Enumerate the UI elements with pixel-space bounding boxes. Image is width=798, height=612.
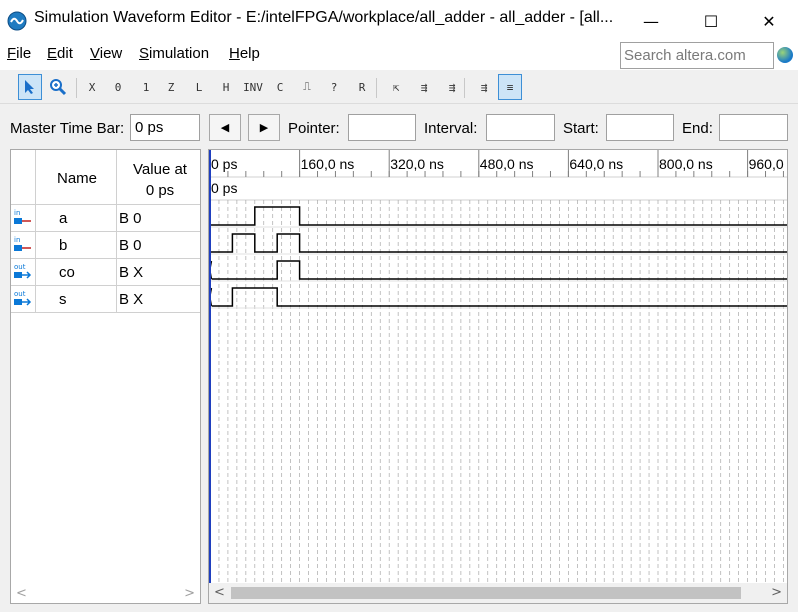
master-time-input[interactable]: 0 ps [130, 114, 200, 141]
interval-input[interactable] [486, 114, 555, 141]
menu-simulation[interactable]: Simulation [139, 45, 209, 62]
name-column-header[interactable]: Name [57, 170, 97, 187]
waveform-scrollbar[interactable]: < > [209, 583, 787, 603]
signal-list-header: Name Value at 0 ps [11, 150, 200, 205]
next-transition-button[interactable]: ▶ [248, 114, 280, 141]
scroll-left-arrow[interactable]: < [16, 586, 27, 601]
force-weak-high-icon[interactable]: H [214, 74, 238, 100]
waveform-panel[interactable]: 0 ps 160,0 ns 320,0 ns 480,0 ns 640,0 ns 800,… [208, 149, 788, 604]
search-input[interactable]: Search altera.com [620, 42, 774, 69]
pointer-input[interactable] [348, 114, 416, 141]
run-timing-icon[interactable]: ⇶ [440, 74, 464, 100]
svg-text:in: in [14, 209, 20, 217]
time-label: 160,0 ns [301, 156, 355, 172]
force-low-icon[interactable]: 0 [106, 74, 130, 100]
end-input[interactable] [719, 114, 788, 141]
cursor-time-label: 0 ps [211, 180, 237, 196]
signal-name: s [59, 291, 67, 308]
signal-value: B X [119, 291, 144, 308]
menu-help[interactable]: Help [229, 45, 260, 62]
start-input[interactable] [606, 114, 674, 141]
signal-list-panel: Name Value at 0 ps in a B 0 in b B 0 out co B Xo… [10, 149, 201, 604]
random-value-icon[interactable]: R [350, 74, 374, 100]
clock-icon[interactable]: ⎍ [295, 74, 319, 100]
svg-text:out: out [14, 263, 26, 271]
window-title: Simulation Waveform Editor - E:/intelFPG… [34, 9, 614, 26]
toolbar: X 0 1 Z L H INV C ⎍? R ⇱ ⇶ ⇶ ⇶ ≡ [0, 70, 798, 104]
force-weak-low-icon[interactable]: L [187, 74, 211, 100]
pointer-label: Pointer: [288, 120, 340, 137]
minimize-button[interactable]: — [628, 4, 674, 38]
force-high-z-icon[interactable]: Z [159, 74, 183, 100]
arbitrary-value-icon[interactable]: ? [322, 74, 346, 100]
signal-name: a [59, 210, 68, 227]
output-pin-icon: out [14, 290, 32, 306]
svg-text:in: in [14, 236, 20, 244]
signal-value: B 0 [119, 237, 142, 254]
force-high-icon[interactable]: 1 [134, 74, 158, 100]
previous-transition-button[interactable]: ◀ [209, 114, 241, 141]
waveform-canvas[interactable]: 0 ps 160,0 ns 320,0 ns 480,0 ns 640,0 ns 800,… [209, 150, 787, 583]
time-label: 0 ps [211, 156, 237, 172]
signal-row-s[interactable]: out s B X [11, 286, 200, 313]
time-bar: Master Time Bar: 0 ps ◀ ▶ Pointer: Inter… [0, 110, 798, 146]
pointer-icon[interactable] [18, 74, 42, 100]
signal-name: co [59, 264, 75, 281]
signal-row-co[interactable]: out co B X [11, 259, 200, 286]
waveform-a [210, 206, 787, 226]
value-column-header[interactable]: Value at 0 ps [121, 159, 199, 201]
master-time-bar-label: Master Time Bar: [10, 120, 125, 137]
scroll-right-arrow[interactable]: > [771, 585, 782, 600]
start-label: Start: [563, 120, 599, 137]
waveform-view-icon[interactable]: ≡ [498, 74, 522, 100]
scrollbar-thumb[interactable] [231, 587, 741, 599]
generate-netlist-icon[interactable]: ⇶ [472, 74, 496, 100]
scroll-right-arrow[interactable]: > [184, 586, 195, 601]
time-label: 320,0 ns [390, 156, 444, 172]
interval-label: Interval: [424, 120, 478, 137]
signal-value: B 0 [119, 210, 142, 227]
zoom-icon[interactable] [46, 74, 70, 100]
menu-edit[interactable]: Edit [47, 45, 73, 62]
end-label: End: [682, 120, 713, 137]
signal-value: B X [119, 264, 144, 281]
snap-to-grid-icon[interactable]: ⇱ [384, 74, 408, 100]
title-bar: Simulation Waveform Editor - E:/intelFPG… [0, 0, 798, 40]
waveform-b [210, 233, 787, 253]
signal-row-b[interactable]: in b B 0 [11, 232, 200, 259]
run-functional-icon[interactable]: ⇶ [412, 74, 436, 100]
waveform-s [211, 287, 787, 307]
menu-file[interactable]: File [7, 45, 31, 62]
globe-icon[interactable] [777, 47, 793, 63]
maximize-button[interactable]: ☐ [688, 4, 734, 38]
output-pin-icon: out [14, 263, 32, 279]
time-label: 960,0 ns [749, 156, 787, 172]
time-label: 640,0 ns [569, 156, 623, 172]
invert-icon[interactable]: INV [241, 74, 265, 100]
signal-list-scrollbar[interactable]: < > [11, 586, 200, 603]
svg-text:out: out [14, 290, 26, 298]
count-value-icon[interactable]: C [268, 74, 292, 100]
close-button[interactable]: ✕ [746, 4, 792, 38]
signal-name: b [59, 237, 68, 254]
signal-row-a[interactable]: in a B 0 [11, 205, 200, 232]
input-pin-icon: in [14, 209, 31, 224]
force-unknown-icon[interactable]: X [80, 74, 104, 100]
app-icon [7, 11, 27, 31]
scroll-left-arrow[interactable]: < [214, 585, 225, 600]
menu-view[interactable]: View [90, 45, 122, 62]
input-pin-icon: in [14, 236, 31, 251]
waveform-co [211, 260, 787, 280]
time-label: 800,0 ns [659, 156, 713, 172]
time-label: 480,0 ns [480, 156, 534, 172]
